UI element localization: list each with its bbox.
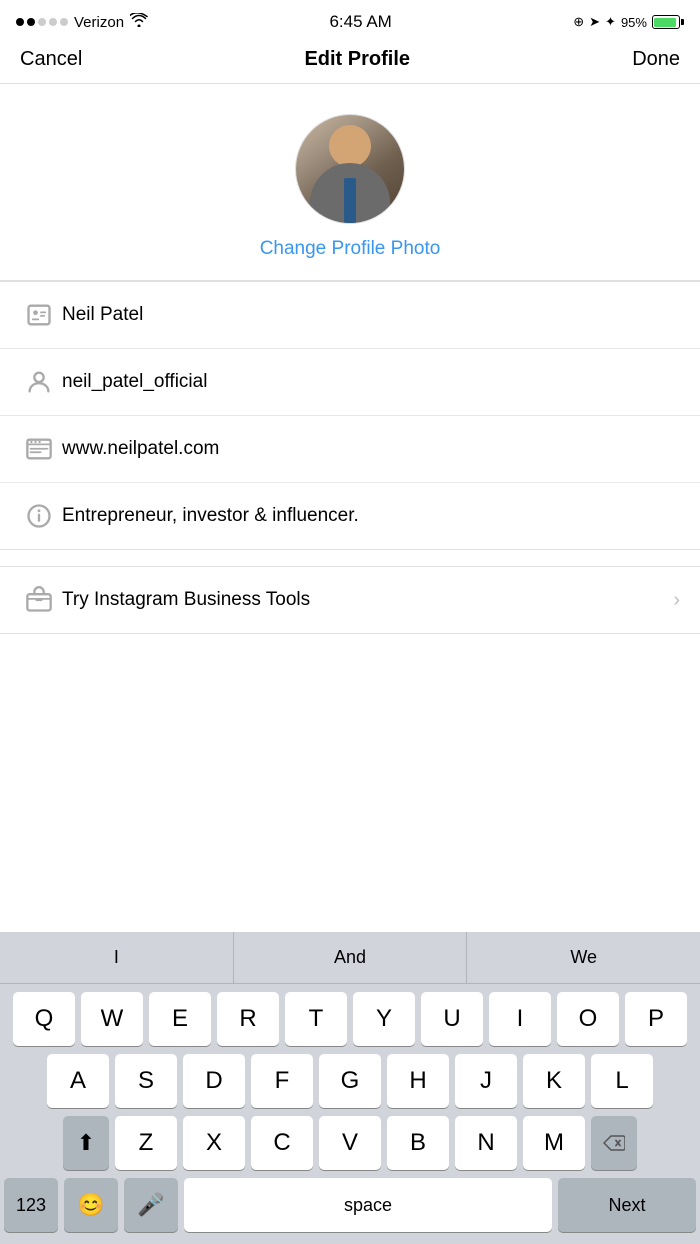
signal-dot-5 bbox=[60, 18, 68, 26]
signal-strength bbox=[16, 18, 68, 26]
predictive-item-2[interactable]: We bbox=[467, 932, 700, 983]
key-f[interactable]: F bbox=[251, 1054, 313, 1108]
business-tools-label: Try Instagram Business Tools bbox=[58, 589, 673, 611]
carrier-label: Verizon bbox=[74, 14, 124, 31]
number-key[interactable]: 123 bbox=[4, 1178, 58, 1232]
emoji-key[interactable]: 😊 bbox=[64, 1178, 118, 1232]
avatar-face bbox=[329, 125, 371, 167]
signal-dot-3 bbox=[38, 18, 46, 26]
key-l[interactable]: L bbox=[591, 1054, 653, 1108]
business-tools-icon bbox=[20, 581, 58, 619]
name-row: Neil Patel bbox=[0, 282, 700, 349]
key-b[interactable]: B bbox=[387, 1116, 449, 1170]
key-r[interactable]: R bbox=[217, 992, 279, 1046]
battery-percent: 95% bbox=[621, 15, 647, 30]
signal-dot-2 bbox=[27, 18, 35, 26]
nav-bar: Cancel Edit Profile Done bbox=[0, 40, 700, 84]
key-n[interactable]: N bbox=[455, 1116, 517, 1170]
bio-field-value[interactable]: Entrepreneur, investor & influencer. bbox=[58, 505, 680, 527]
page-title: Edit Profile bbox=[304, 48, 410, 71]
username-row: neil_patel_official bbox=[0, 349, 700, 416]
change-photo-button[interactable]: Change Profile Photo bbox=[260, 238, 441, 260]
key-j[interactable]: J bbox=[455, 1054, 517, 1108]
battery-indicator bbox=[652, 15, 684, 29]
space-key[interactable]: space bbox=[184, 1178, 552, 1232]
key-i[interactable]: I bbox=[489, 992, 551, 1046]
cancel-button[interactable]: Cancel bbox=[20, 48, 82, 71]
key-rows: Q W E R T Y U I O P A S D F G H J K L ⬆ … bbox=[0, 984, 700, 1244]
delete-key[interactable] bbox=[591, 1116, 637, 1170]
avatar-image bbox=[296, 115, 404, 223]
chevron-right-icon: › bbox=[673, 589, 680, 612]
key-v[interactable]: V bbox=[319, 1116, 381, 1170]
bio-icon bbox=[20, 497, 58, 535]
key-row-4: 123 😊 🎤 space Next bbox=[4, 1178, 696, 1232]
key-row-3: ⬆ Z X C V B N M bbox=[4, 1116, 696, 1170]
website-field-value[interactable]: www.neilpatel.com bbox=[58, 438, 680, 460]
username-icon bbox=[20, 363, 58, 401]
signal-dot-4 bbox=[49, 18, 57, 26]
website-icon bbox=[20, 430, 58, 468]
key-s[interactable]: S bbox=[115, 1054, 177, 1108]
avatar-tie bbox=[344, 178, 356, 223]
profile-form: Neil Patel neil_patel_official www.neilp… bbox=[0, 281, 700, 550]
bio-row: Entrepreneur, investor & influencer. bbox=[0, 483, 700, 549]
website-row: www.neilpatel.com bbox=[0, 416, 700, 483]
keyboard: I And We Q W E R T Y U I O P A S D F G H… bbox=[0, 932, 700, 1244]
key-x[interactable]: X bbox=[183, 1116, 245, 1170]
next-key[interactable]: Next bbox=[558, 1178, 696, 1232]
profile-photo-section: Change Profile Photo bbox=[0, 84, 700, 281]
key-w[interactable]: W bbox=[81, 992, 143, 1046]
key-m[interactable]: M bbox=[523, 1116, 585, 1170]
signal-dot-1 bbox=[16, 18, 24, 26]
key-z[interactable]: Z bbox=[115, 1116, 177, 1170]
name-icon bbox=[20, 296, 58, 334]
avatar[interactable] bbox=[295, 114, 405, 224]
key-u[interactable]: U bbox=[421, 992, 483, 1046]
key-row-2: A S D F G H J K L bbox=[4, 1054, 696, 1108]
wifi-icon bbox=[130, 13, 148, 31]
status-right: ⊕ ➤ ✦ 95% bbox=[573, 14, 684, 30]
business-tools-row[interactable]: Try Instagram Business Tools › bbox=[0, 567, 700, 633]
username-field-value[interactable]: neil_patel_official bbox=[58, 371, 680, 393]
key-d[interactable]: D bbox=[183, 1054, 245, 1108]
navigation-icon: ➤ bbox=[589, 14, 600, 30]
key-e[interactable]: E bbox=[149, 992, 211, 1046]
status-bar: Verizon 6:45 AM ⊕ ➤ ✦ 95% bbox=[0, 0, 700, 40]
microphone-key[interactable]: 🎤 bbox=[124, 1178, 178, 1232]
business-tools-section: Try Instagram Business Tools › bbox=[0, 566, 700, 634]
predictive-item-1[interactable]: And bbox=[234, 932, 468, 983]
key-y[interactable]: Y bbox=[353, 992, 415, 1046]
key-g[interactable]: G bbox=[319, 1054, 381, 1108]
key-p[interactable]: P bbox=[625, 992, 687, 1046]
predictive-bar: I And We bbox=[0, 932, 700, 984]
status-left: Verizon bbox=[16, 13, 148, 31]
key-t[interactable]: T bbox=[285, 992, 347, 1046]
key-h[interactable]: H bbox=[387, 1054, 449, 1108]
key-a[interactable]: A bbox=[47, 1054, 109, 1108]
predictive-item-0[interactable]: I bbox=[0, 932, 234, 983]
key-o[interactable]: O bbox=[557, 992, 619, 1046]
bluetooth-icon: ✦ bbox=[605, 14, 616, 30]
key-row-1: Q W E R T Y U I O P bbox=[4, 992, 696, 1046]
location-icon: ⊕ bbox=[573, 14, 584, 30]
key-k[interactable]: K bbox=[523, 1054, 585, 1108]
done-button[interactable]: Done bbox=[632, 48, 680, 71]
shift-key[interactable]: ⬆ bbox=[63, 1116, 109, 1170]
name-field-value[interactable]: Neil Patel bbox=[58, 304, 680, 326]
status-time: 6:45 AM bbox=[329, 12, 391, 32]
key-q[interactable]: Q bbox=[13, 992, 75, 1046]
key-c[interactable]: C bbox=[251, 1116, 313, 1170]
